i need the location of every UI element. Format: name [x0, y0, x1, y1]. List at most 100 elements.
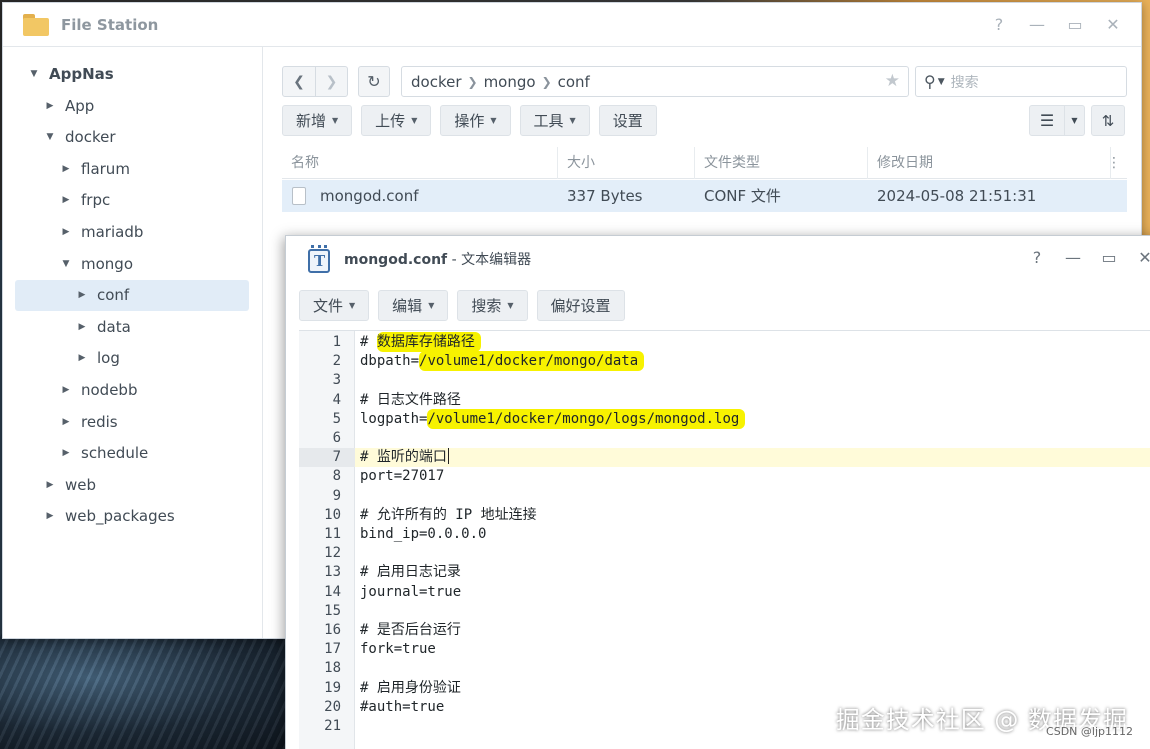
code-line[interactable]: 11 bind_ip=0.0.0.0 — [299, 525, 1150, 544]
tree-item-App[interactable]: ▶ App — [43, 91, 95, 121]
code-text: logpath=/volume1/docker/mongo/logs/mongo… — [360, 408, 746, 429]
code-line[interactable]: 3 — [299, 371, 1150, 390]
tree-item-AppNas[interactable]: ▼ AppNas — [27, 59, 114, 89]
minimize-icon[interactable]: — — [1029, 15, 1045, 35]
text-editor-titlebar[interactable]: T mongod.conf - 文本编辑器 ? — ▭ ✕ — [286, 236, 1150, 282]
breadcrumb-item[interactable]: conf — [558, 73, 590, 91]
caret-right-icon[interactable]: ▶ — [59, 385, 73, 395]
tree-item-flarum[interactable]: ▶ flarum — [59, 154, 130, 184]
close-icon[interactable]: ✕ — [1137, 248, 1150, 268]
code-line[interactable]: 12 — [299, 544, 1150, 563]
column-header-size[interactable]: 大小 — [558, 147, 695, 179]
search-icon[interactable]: ⚲ — [924, 72, 936, 91]
tree-item-mongo[interactable]: ▼ mongo — [59, 249, 133, 279]
caret-right-icon[interactable]: ▶ — [75, 353, 89, 363]
tree-item-log[interactable]: ▶ log — [75, 343, 120, 373]
tree-item-docker[interactable]: ▼ docker — [43, 122, 116, 152]
code-line[interactable]: 17 fork=true — [299, 640, 1150, 659]
tree-item-web-packages[interactable]: ▶ web_packages — [43, 501, 175, 531]
forward-button[interactable]: ❯ — [315, 67, 347, 96]
breadcrumb-item[interactable]: mongo — [484, 73, 536, 91]
tree-item-schedule[interactable]: ▶ schedule — [59, 438, 149, 468]
caret-down-icon[interactable]: ▼ — [27, 69, 41, 79]
caret-right-icon[interactable]: ▶ — [43, 101, 57, 111]
caret-right-icon[interactable]: ▶ — [75, 290, 89, 300]
code-line[interactable]: 18 — [299, 659, 1150, 678]
caret-right-icon[interactable]: ▶ — [59, 448, 73, 458]
caret-right-icon[interactable]: ▶ — [59, 195, 73, 205]
code-editor[interactable]: 1 # 数据库存储路径 2 dbpath=/volume1/docker/mongo/… — [299, 330, 1150, 749]
code-line[interactable]: 5 logpath=/volume1/docker/mongo/logs/mong… — [299, 408, 1150, 429]
search-input[interactable]: ⚲ ▼ 搜索 — [915, 66, 1127, 97]
maximize-icon[interactable]: ▭ — [1067, 15, 1083, 35]
line-number: 10 — [324, 506, 341, 523]
caret-right-icon[interactable]: ▶ — [59, 227, 73, 237]
line-number: 16 — [324, 622, 341, 638]
refresh-button[interactable]: ↻ — [358, 66, 390, 97]
code-line[interactable]: 8 port=27017 — [299, 467, 1150, 486]
code-line[interactable]: 2 dbpath=/volume1/docker/mongo/data — [299, 351, 1150, 372]
chevron-right-icon: ❯ — [467, 74, 478, 89]
tree-item-conf[interactable]: ▶ conf — [75, 280, 130, 310]
table-row[interactable]: mongod.conf 337 Bytes CONF 文件 2024-05-08… — [282, 180, 1127, 212]
column-header-modified[interactable]: 修改日期 — [868, 147, 1111, 179]
code-line[interactable]: 1 # 数据库存储路径 — [299, 332, 1150, 352]
caret-down-icon[interactable]: ▼ — [43, 132, 57, 142]
tree-item-label: web — [65, 475, 97, 494]
tree-item-frpc[interactable]: ▶ frpc — [59, 185, 111, 215]
minimize-icon[interactable]: — — [1065, 248, 1081, 268]
file-name: mongod.conf — [320, 187, 419, 205]
code-line[interactable]: 16 # 是否后台运行 — [299, 621, 1150, 640]
file-menu-button[interactable]: 文件 ▼ — [299, 290, 370, 321]
code-line[interactable]: 15 — [299, 602, 1150, 621]
tree-item-data[interactable]: ▶ data — [75, 312, 131, 342]
caret-right-icon[interactable]: ▶ — [59, 417, 73, 427]
code-line[interactable]: 19 # 启用身份验证 — [299, 679, 1150, 698]
tree-item-redis[interactable]: ▶ redis — [59, 407, 118, 437]
tree-item-label: log — [97, 349, 120, 368]
action-button[interactable]: 操作 ▼ — [440, 105, 511, 136]
code-line[interactable]: 6 — [299, 429, 1150, 448]
code-line[interactable]: 9 — [299, 487, 1150, 506]
tree-item-nodebb[interactable]: ▶ nodebb — [59, 375, 138, 405]
upload-button[interactable]: 上传 ▼ — [361, 105, 432, 136]
column-header-name[interactable]: 名称 — [282, 147, 558, 179]
preferences-button[interactable]: 偏好设置 — [536, 290, 625, 321]
editor-file-name: mongod.conf — [344, 252, 448, 268]
tree-item-label: mongo — [81, 254, 133, 273]
chevron-right-icon: ❯ — [541, 74, 552, 89]
new-button[interactable]: 新增 ▼ — [282, 105, 353, 136]
caret-right-icon[interactable]: ▶ — [43, 511, 57, 521]
star-icon[interactable]: ★ — [885, 71, 900, 91]
more-vertical-icon[interactable]: ⋮ — [1107, 147, 1121, 179]
code-line[interactable]: 4 # 日志文件路径 — [299, 391, 1150, 410]
close-icon[interactable]: ✕ — [1105, 15, 1121, 35]
sort-icon[interactable]: ⇅ — [1091, 105, 1125, 136]
tools-button[interactable]: 工具 ▼ — [519, 105, 590, 136]
help-icon[interactable]: ? — [1029, 248, 1045, 268]
chevron-down-icon[interactable]: ▼ — [1064, 106, 1084, 135]
tree-item-web[interactable]: ▶ web — [43, 470, 97, 500]
code-line[interactable]: 14 journal=true — [299, 583, 1150, 602]
caret-right-icon[interactable]: ▶ — [75, 322, 89, 332]
edit-menu-button[interactable]: 编辑 ▼ — [378, 290, 449, 321]
caret-down-icon[interactable]: ▼ — [59, 259, 73, 269]
help-icon[interactable]: ? — [991, 15, 1007, 35]
line-number: 8 — [332, 468, 341, 485]
search-menu-button[interactable]: 搜索 ▼ — [457, 290, 528, 321]
code-line[interactable]: 7 # 监听的端口 — [299, 448, 1150, 468]
tree-item-mariadb[interactable]: ▶ mariadb — [59, 217, 144, 247]
settings-button[interactable]: 设置 — [598, 105, 657, 136]
code-line[interactable]: 13 # 启用日志记录 — [299, 563, 1150, 582]
list-view-icon[interactable]: ☰ — [1030, 106, 1064, 135]
column-header-type[interactable]: 文件类型 — [695, 147, 868, 179]
maximize-icon[interactable]: ▭ — [1101, 248, 1117, 268]
code-line[interactable]: 10 # 允许所有的 IP 地址连接 — [299, 506, 1150, 525]
caret-right-icon[interactable]: ▶ — [59, 164, 73, 174]
back-button[interactable]: ❮ — [283, 67, 315, 96]
path-breadcrumb[interactable]: docker ❯ mongo ❯ conf ★ — [401, 66, 909, 97]
breadcrumb-item[interactable]: docker — [411, 73, 462, 91]
chevron-down-icon[interactable]: ▼ — [938, 77, 945, 87]
file-station-titlebar[interactable]: File Station ? — ▭ ✕ — [3, 3, 1141, 47]
caret-right-icon[interactable]: ▶ — [43, 480, 57, 490]
